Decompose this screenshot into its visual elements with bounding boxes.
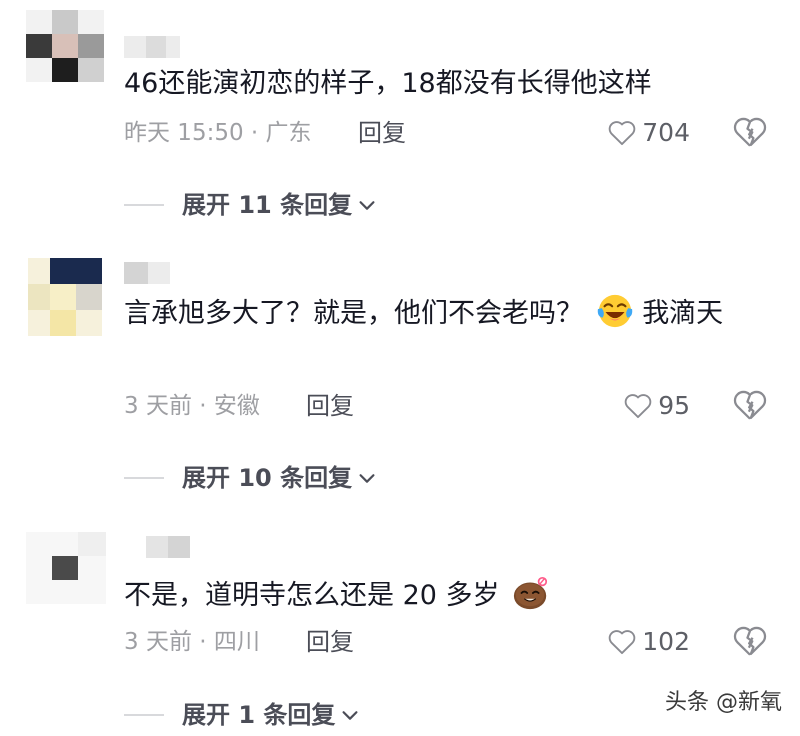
comment-meta: 3 天前 · 四川	[124, 629, 260, 655]
reply-button[interactable]: 回复	[358, 118, 406, 148]
expand-replies-button[interactable]: 展开 1 条回复	[124, 700, 361, 730]
chevron-down-icon	[359, 474, 375, 483]
expand-replies-button[interactable]: 展开 10 条回复	[124, 463, 378, 493]
broken-heart-icon[interactable]	[733, 625, 767, 659]
comment-text-tail: 我滴天	[642, 298, 724, 329]
expand-replies-label: 展开 10 条回复	[182, 464, 353, 492]
comment-text: 不是，道明寺怎么还是 20 多岁	[124, 574, 774, 616]
heart-outline-icon	[624, 394, 652, 419]
heart-outline-icon	[608, 630, 636, 655]
avatar[interactable]	[28, 258, 102, 336]
like-count: 704	[642, 118, 690, 147]
comment-meta: 昨天 15:50 · 广东	[124, 120, 312, 146]
reply-button[interactable]: 回复	[306, 627, 354, 657]
avatar[interactable]	[26, 10, 104, 82]
chevron-down-icon	[359, 201, 375, 210]
divider-line	[124, 714, 164, 716]
divider-line	[124, 477, 164, 479]
expand-replies-button[interactable]: 展开 11 条回复	[124, 190, 378, 220]
shy-potato-emoji	[514, 576, 548, 610]
comment-meta: 3 天前 · 安徽	[124, 393, 260, 419]
comment-text-content: 46还能演初恋的样子，18都没有长得他这样	[124, 68, 652, 99]
like-button[interactable]: 704	[608, 118, 690, 148]
comment-text: 言承旭多大了？就是，他们不会老吗？ 我滴天	[124, 292, 774, 334]
expand-replies-label: 展开 1 条回复	[182, 701, 336, 729]
like-button[interactable]: 95	[624, 391, 690, 421]
laughing-crying-emoji	[597, 294, 632, 328]
heart-outline-icon	[608, 121, 636, 146]
avatar[interactable]	[26, 532, 106, 604]
comment-text-content: 不是，道明寺怎么还是 20 多岁	[124, 580, 500, 611]
reply-button[interactable]: 回复	[306, 391, 354, 421]
like-count: 102	[642, 627, 690, 656]
like-button[interactable]: 102	[608, 627, 690, 657]
watermark: 头条 @新氧	[665, 690, 782, 715]
chevron-down-icon	[342, 711, 358, 720]
expand-replies-label: 展开 11 条回复	[182, 191, 353, 219]
broken-heart-icon[interactable]	[733, 116, 767, 150]
comment-text: 46还能演初恋的样子，18都没有长得他这样	[124, 64, 774, 104]
divider-line	[124, 204, 164, 206]
broken-heart-icon[interactable]	[733, 389, 767, 423]
comment-text-content: 言承旭多大了？就是，他们不会老吗？	[124, 298, 583, 329]
like-count: 95	[658, 391, 690, 420]
